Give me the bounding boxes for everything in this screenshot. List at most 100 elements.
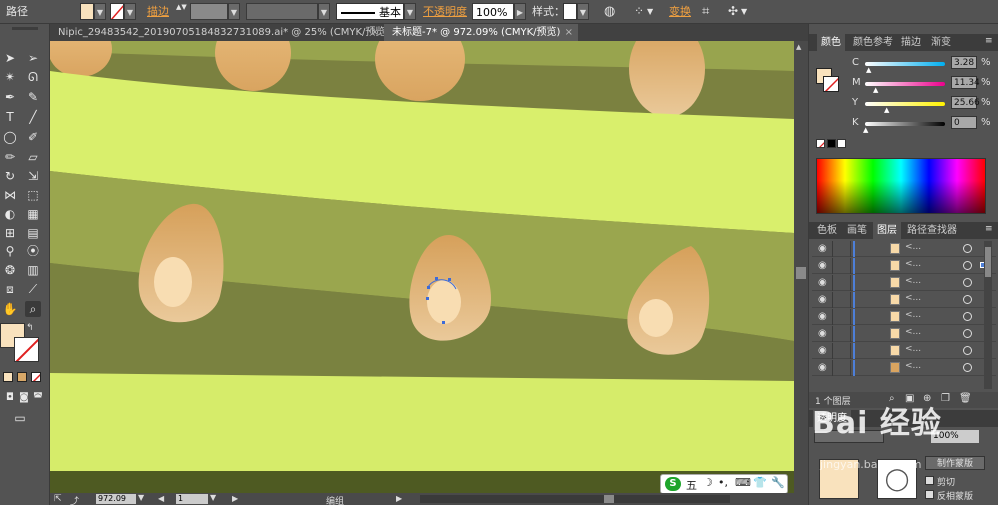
- ellipse-tool-icon[interactable]: ◯: [2, 129, 18, 145]
- panel-menu-icon[interactable]: ≡: [985, 36, 993, 46]
- scroll-thumb[interactable]: [796, 267, 806, 279]
- layer-row[interactable]: ◉ <...: [812, 326, 996, 342]
- direct-selection-tool-icon[interactable]: ➢: [25, 50, 41, 66]
- layers-scrollbar[interactable]: [984, 241, 992, 389]
- curvature-tool-icon[interactable]: ✎: [25, 89, 41, 105]
- slice-tool-icon[interactable]: ⟋: [25, 281, 41, 297]
- black-value-input[interactable]: 0: [951, 116, 977, 129]
- stroke-weight-input[interactable]: [190, 3, 228, 20]
- horizontal-scrollbar[interactable]: [420, 495, 730, 503]
- eye-icon[interactable]: ◉: [818, 362, 827, 373]
- brush-definition[interactable]: 基本: [336, 3, 404, 20]
- eye-icon[interactable]: ◉: [818, 328, 827, 339]
- stroke-dropdown-arrow[interactable]: ▼: [124, 3, 136, 20]
- stroke-color-box[interactable]: [14, 337, 39, 362]
- eye-icon[interactable]: ◉: [818, 260, 827, 271]
- tab-stroke[interactable]: 描边: [897, 34, 925, 51]
- color-spectrum[interactable]: [816, 158, 986, 214]
- share-icon[interactable]: ⤴: [70, 494, 79, 505]
- opacity-label[interactable]: 不透明度: [423, 3, 467, 20]
- arrange-icon[interactable]: ✣: [728, 3, 738, 20]
- yellow-slider[interactable]: [865, 102, 945, 106]
- black-slider-thumb[interactable]: ▲: [863, 126, 868, 134]
- eye-icon[interactable]: ◉: [818, 294, 827, 305]
- ime-logo[interactable]: S: [665, 477, 681, 491]
- width-tool-icon[interactable]: ⋈: [2, 187, 18, 203]
- target-icon[interactable]: [963, 312, 972, 321]
- layers-scroll-thumb[interactable]: [985, 247, 991, 277]
- tab-document-1[interactable]: Nipic_29483542_20190705184832731089.ai* …: [50, 24, 384, 41]
- yellow-slider-thumb[interactable]: ▲: [884, 106, 889, 114]
- recolor-artwork-icon[interactable]: ◍: [604, 3, 615, 20]
- screen-mode-icon[interactable]: ▭: [12, 410, 28, 426]
- shirt-icon[interactable]: 👕: [753, 476, 767, 489]
- pencil-tool-icon[interactable]: ✏: [2, 149, 18, 165]
- stroke-weight-stepper[interactable]: ▲▼: [176, 3, 187, 20]
- tab-color[interactable]: 颜色: [817, 34, 845, 51]
- tab-swatches[interactable]: 色板: [813, 222, 841, 239]
- target-icon[interactable]: [963, 278, 972, 287]
- target-icon[interactable]: [963, 329, 972, 338]
- artboard-canvas[interactable]: [50, 41, 794, 493]
- artboard-nav-icon[interactable]: ⇱: [54, 494, 62, 504]
- layer-row[interactable]: ◉ <...: [812, 258, 996, 274]
- artboard-tool-icon[interactable]: ⧈: [2, 281, 18, 297]
- target-icon[interactable]: [963, 346, 972, 355]
- layer-row[interactable]: ◉ <...: [812, 309, 996, 325]
- ime-mode-label[interactable]: 五: [686, 477, 697, 493]
- artboard-dropdown[interactable]: ▼: [210, 493, 216, 502]
- ime-toolbar[interactable]: S 五 ☽ •, ⌨ 👕 🔧: [660, 474, 788, 494]
- black-swatch[interactable]: [827, 139, 836, 148]
- stroke-weight-dropdown[interactable]: ▼: [228, 3, 240, 20]
- wrench-icon[interactable]: 🔧: [771, 476, 785, 489]
- paintbrush-tool-icon[interactable]: ✐: [25, 129, 41, 145]
- status-menu-arrow[interactable]: ▶: [396, 494, 402, 503]
- eye-icon[interactable]: ◉: [818, 277, 827, 288]
- opacity-dropdown[interactable]: ▶: [514, 3, 526, 20]
- tab-gradient[interactable]: 渐变: [927, 34, 955, 51]
- next-artboard-icon[interactable]: ▶: [232, 494, 238, 503]
- eye-icon[interactable]: ◉: [818, 345, 827, 356]
- none-mode-icon[interactable]: [31, 372, 41, 382]
- tab-layers[interactable]: 图层: [873, 222, 901, 239]
- symbol-sprayer-tool-icon[interactable]: ❂: [2, 262, 18, 278]
- layer-row[interactable]: ◉ <...: [812, 360, 996, 376]
- gradient-tool-icon[interactable]: ▤: [25, 225, 41, 241]
- make-mask-button[interactable]: 制作蒙版: [925, 456, 985, 470]
- magenta-slider-thumb[interactable]: ▲: [873, 86, 878, 94]
- color-mode-icon[interactable]: [3, 372, 13, 382]
- close-icon[interactable]: ×: [371, 24, 379, 41]
- line-tool-icon[interactable]: ╱: [25, 109, 41, 125]
- arrange-dropdown[interactable]: ▼: [741, 3, 747, 20]
- variable-width-profile[interactable]: [246, 3, 318, 20]
- panel-menu-icon[interactable]: ≡: [985, 224, 993, 234]
- graphic-style-dropdown[interactable]: ▼: [577, 3, 589, 20]
- rotate-tool-icon[interactable]: ↻: [2, 168, 18, 184]
- keyboard-icon[interactable]: ⌨: [735, 476, 751, 489]
- lasso-tool-icon[interactable]: ᘏ: [25, 69, 41, 85]
- tab-document-2[interactable]: 未标题-7* @ 972.09% (CMYK/预览) ×: [384, 24, 578, 41]
- swap-fill-stroke-icon[interactable]: ↰: [26, 323, 34, 333]
- blend-tool-icon[interactable]: ⦿: [25, 243, 41, 259]
- graphic-style-swatch[interactable]: [563, 3, 577, 20]
- black-slider[interactable]: [865, 122, 945, 126]
- first-artboard-icon[interactable]: ◀: [158, 494, 164, 503]
- align-dropdown[interactable]: ▼: [647, 3, 653, 20]
- cyan-value-input[interactable]: 3.28: [951, 56, 977, 69]
- layer-row[interactable]: ◉ <...: [812, 241, 996, 257]
- h-scroll-thumb[interactable]: [604, 495, 614, 503]
- white-swatch[interactable]: [837, 139, 846, 148]
- shape-builder-tool-icon[interactable]: ◐: [2, 206, 18, 222]
- fill-swatch[interactable]: [80, 3, 94, 20]
- brush-dropdown[interactable]: ▼: [404, 3, 416, 20]
- close-icon[interactable]: ×: [565, 24, 573, 41]
- opacity-input[interactable]: 100%: [472, 3, 514, 20]
- eraser-tool-icon[interactable]: ▱: [25, 149, 41, 165]
- selection-tool-icon[interactable]: ➤: [2, 50, 18, 66]
- eye-icon[interactable]: ◉: [818, 243, 827, 254]
- isolate-icon[interactable]: ⌗: [702, 3, 709, 20]
- pen-tool-icon[interactable]: ✒: [2, 89, 18, 105]
- stroke-label[interactable]: 描边: [147, 3, 169, 20]
- dot-icon[interactable]: •,: [718, 476, 728, 489]
- zoom-input[interactable]: 972.09: [96, 494, 136, 504]
